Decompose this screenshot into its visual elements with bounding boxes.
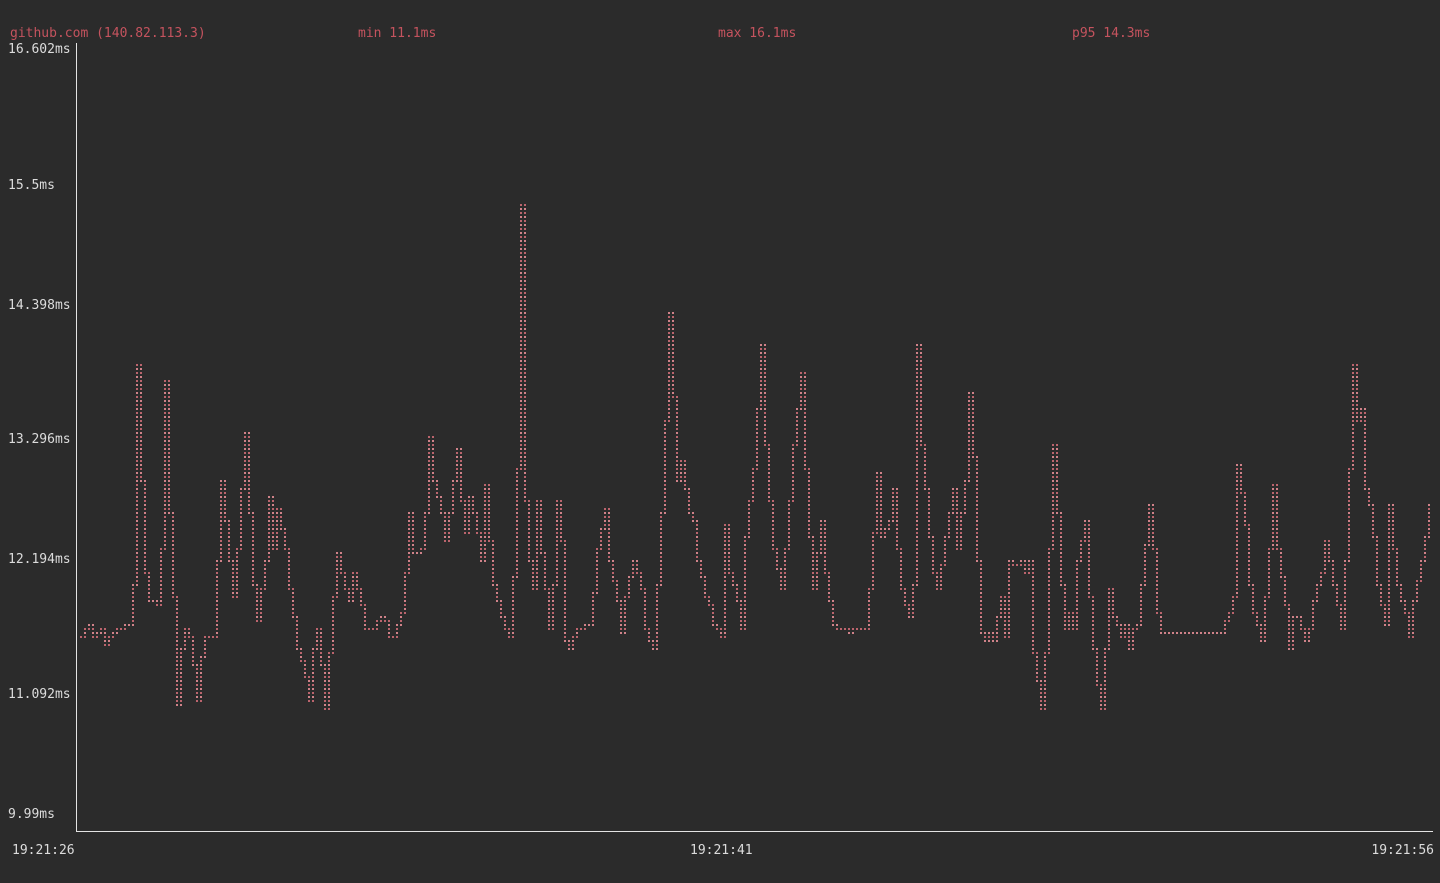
y-axis-tick-label: 14.398ms (8, 297, 71, 314)
y-axis-tick-label: 9.99ms (8, 806, 55, 823)
x-axis-tick-label: 19:21:41 (690, 842, 753, 859)
y-axis-tick-label: 12.194ms (8, 551, 71, 568)
y-axis-tick-label: 16.602ms (8, 41, 71, 58)
y-axis-tick-label: 15.5ms (8, 177, 55, 194)
terminal-screen: github.com (140.82.113.3) min 11.1ms max… (0, 0, 1440, 883)
latency-sparkline-plot (0, 0, 1440, 883)
x-axis-tick-label: 19:21:26 (12, 842, 75, 859)
y-axis-tick-label: 11.092ms (8, 686, 71, 703)
x-axis-tick-label: 19:21:56 (1371, 842, 1434, 859)
y-axis-tick-label: 13.296ms (8, 431, 71, 448)
